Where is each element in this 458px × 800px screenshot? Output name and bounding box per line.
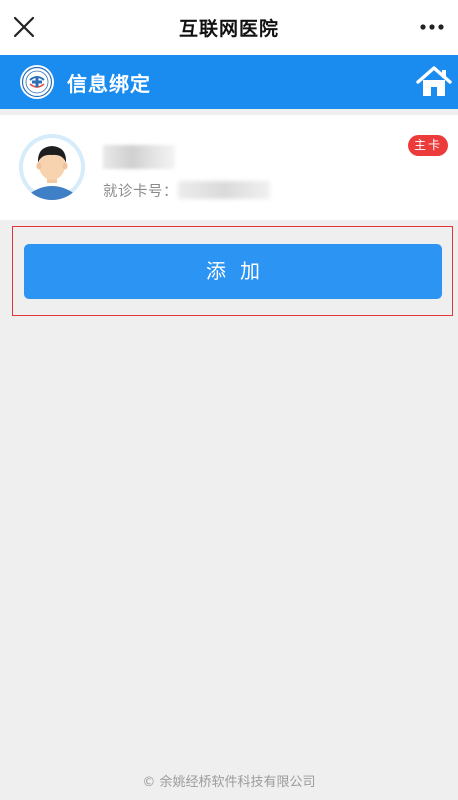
patient-card[interactable]: 就诊卡号： 主卡 bbox=[0, 115, 458, 220]
top-nav-bar: 互联网医院 bbox=[0, 0, 458, 55]
footer-copyright: © 余姚经桥软件科技有限公司 bbox=[142, 775, 316, 790]
hospital-logo-icon bbox=[20, 65, 54, 99]
avatar-icon bbox=[19, 134, 85, 200]
add-button[interactable]: 添加 bbox=[24, 244, 442, 299]
home-icon[interactable] bbox=[416, 65, 452, 99]
page: 互联网医院 信息绑定 就诊卡号： 主卡 添加 © 余姚经桥软件科技有限公司 bbox=[0, 0, 458, 800]
primary-card-badge: 主卡 bbox=[408, 135, 448, 156]
close-icon[interactable] bbox=[10, 13, 38, 41]
patient-name-redacted bbox=[103, 145, 175, 169]
header-title: 信息绑定 bbox=[67, 72, 151, 96]
more-icon[interactable] bbox=[418, 16, 446, 38]
section-header: 信息绑定 bbox=[0, 55, 458, 109]
card-number-redacted bbox=[178, 181, 270, 199]
card-number-label: 就诊卡号： bbox=[103, 184, 178, 200]
page-title: 互联网医院 bbox=[178, 18, 279, 40]
